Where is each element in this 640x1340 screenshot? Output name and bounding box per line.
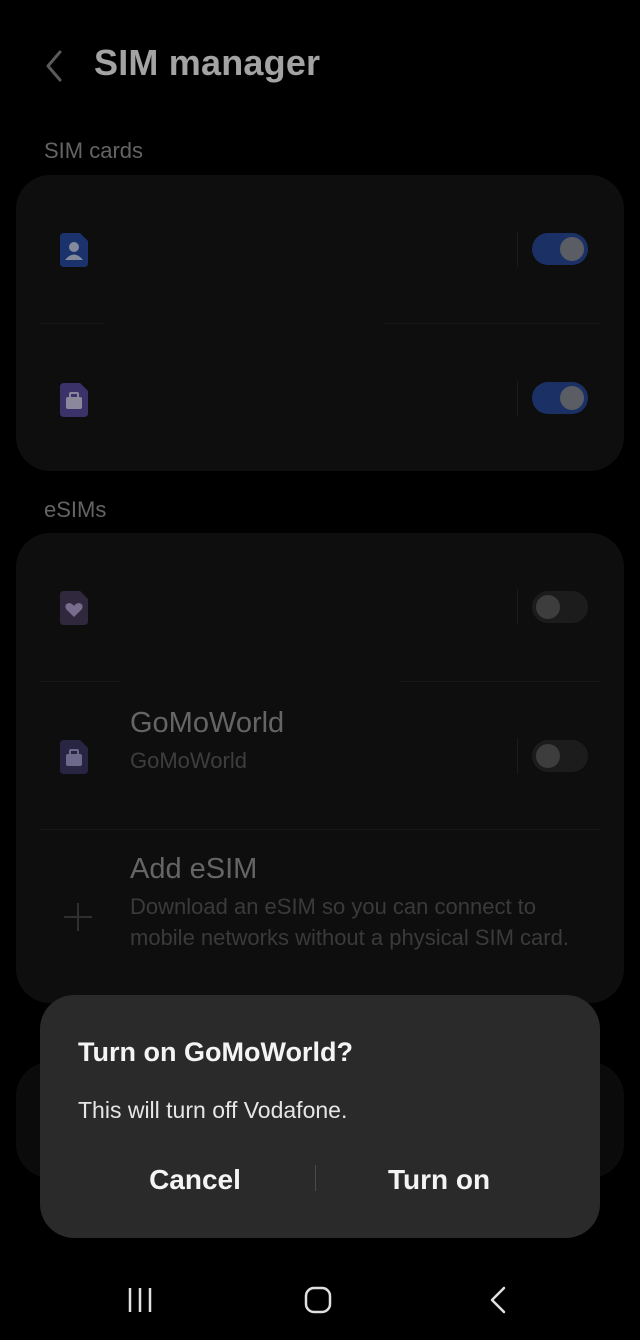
- turn-on-button[interactable]: Turn on: [324, 1153, 554, 1207]
- sim-manager-screen: SIM manager SIM cards eSIMs GoMoWorld Go…: [0, 0, 640, 1340]
- recents-button[interactable]: [118, 1282, 162, 1318]
- dialog-title: Turn on GoMoWorld?: [78, 1037, 353, 1067]
- home-icon: [304, 1286, 332, 1314]
- navigation-bar: [0, 1262, 640, 1340]
- nav-back-button[interactable]: [476, 1282, 520, 1318]
- confirm-dialog: Turn on GoMoWorld? This will turn off Vo…: [40, 995, 600, 1238]
- dialog-message: This will turn off Vodafone.: [78, 1097, 348, 1123]
- home-button[interactable]: [296, 1282, 340, 1318]
- cancel-button[interactable]: Cancel: [80, 1153, 310, 1207]
- back-icon: [490, 1286, 506, 1314]
- recents-icon: [128, 1288, 152, 1312]
- button-separator: [315, 1165, 316, 1191]
